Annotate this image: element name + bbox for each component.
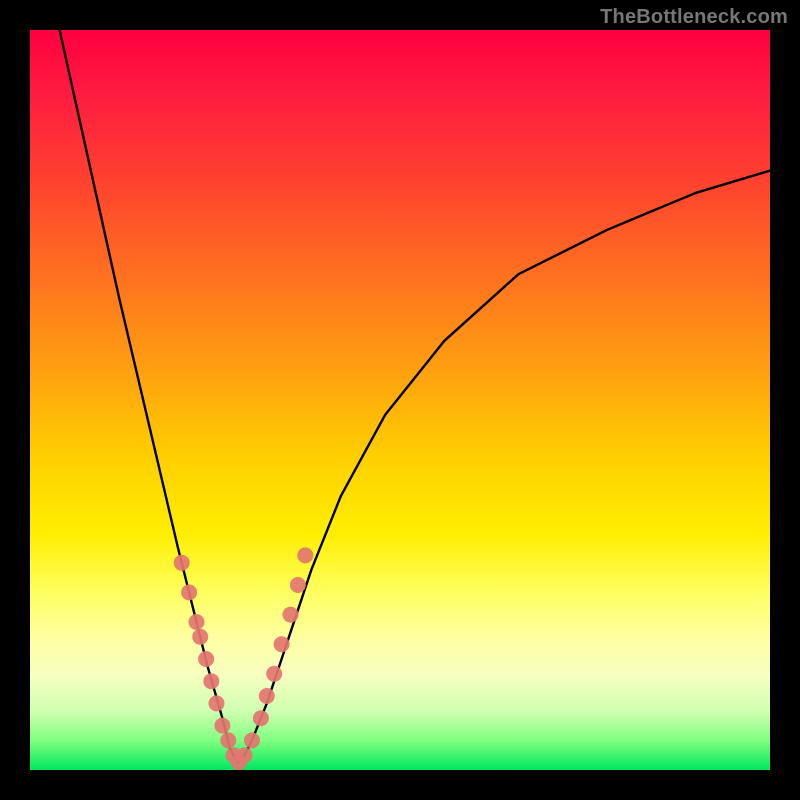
sample-point [174,555,190,571]
sample-point [214,718,230,734]
sample-point [266,666,282,682]
sample-point [282,607,298,623]
plot-area [30,30,770,770]
sample-point [220,732,236,748]
watermark-text: TheBottleneck.com [600,6,788,29]
sample-point [237,747,253,763]
sample-point [198,651,214,667]
sample-point [244,732,260,748]
bottleneck-curve [60,30,770,763]
chart-svg [30,30,770,770]
sample-point [259,688,275,704]
sample-point [181,584,197,600]
curve-group [60,30,770,763]
sample-point [274,636,290,652]
chart-container: TheBottleneck.com [0,0,800,800]
sample-points-group [174,547,314,770]
sample-point [290,577,306,593]
sample-point [253,710,269,726]
sample-point [208,695,224,711]
sample-point [297,547,313,563]
sample-point [203,673,219,689]
sample-point [189,614,205,630]
sample-point [192,629,208,645]
